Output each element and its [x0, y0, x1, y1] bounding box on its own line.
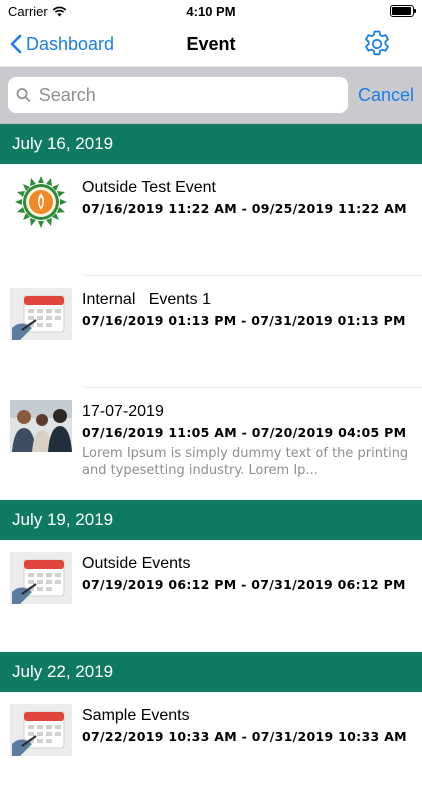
event-text: 17-07-2019 07/16/2019 11:05 AM - 07/20/2… [82, 400, 422, 500]
event-row[interactable]: Internal Events 1 07/16/2019 01:13 PM - … [0, 276, 422, 388]
event-dates: 07/16/2019 11:22 AM - 09/25/2019 11:22 A… [82, 201, 407, 216]
search-icon [16, 88, 31, 102]
section-date: July 19, 2019 [12, 510, 114, 529]
event-dates: 07/16/2019 11:05 AM - 07/20/2019 04:05 P… [82, 425, 407, 440]
event-text: Sample Events 07/22/2019 10:33 AM - 07/3… [82, 704, 422, 804]
chevron-left-icon [10, 34, 22, 54]
event-title: Internal Events 1 [82, 291, 211, 308]
calendar-icon [10, 552, 72, 604]
search-input[interactable] [36, 83, 340, 107]
carrier-info: Carrier [8, 4, 67, 19]
event-text: Outside Test Event 07/16/2019 11:22 AM -… [82, 176, 422, 276]
back-label: Dashboard [26, 33, 115, 54]
search-bar: Cancel [0, 67, 422, 124]
event-title: 17-07-2019 [82, 403, 164, 420]
carrier-label: Carrier [8, 3, 48, 19]
gear-icon[interactable] [362, 29, 392, 59]
wifi-icon [52, 6, 67, 16]
calendar-icon [10, 288, 72, 340]
event-description: Lorem Ipsum is simply dummy text of the … [82, 446, 409, 478]
cancel-button[interactable]: Cancel [358, 85, 414, 106]
calendar-icon [10, 704, 72, 756]
event-row[interactable]: Sample Events 07/22/2019 10:33 AM - 07/3… [0, 692, 422, 804]
back-button[interactable]: Dashboard [10, 22, 114, 66]
section-date: July 16, 2019 [12, 134, 114, 153]
event-dates: 07/22/2019 10:33 AM - 07/31/2019 10:33 A… [82, 729, 407, 744]
page-title: Event [186, 33, 236, 54]
section-header: July 22, 2019 [0, 652, 422, 692]
section-date: July 22, 2019 [12, 662, 114, 681]
event-row[interactable]: 17-07-2019 07/16/2019 11:05 AM - 07/20/2… [0, 388, 422, 500]
logo-icon [15, 176, 67, 228]
section-header: July 19, 2019 [0, 500, 422, 540]
navigation-bar: Dashboard Event [0, 22, 422, 67]
battery-icon [390, 5, 416, 17]
status-bar: Carrier 4:10 PM [0, 0, 422, 22]
event-title: Outside Events [82, 555, 191, 572]
section-header: July 16, 2019 [0, 124, 422, 164]
status-time: 4:10 PM [186, 3, 236, 19]
event-dates: 07/19/2019 06:12 PM - 07/31/2019 06:12 P… [82, 577, 406, 592]
event-dates: 07/16/2019 01:13 PM - 07/31/2019 01:13 P… [82, 313, 406, 328]
event-text: Outside Events 07/19/2019 06:12 PM - 07/… [82, 552, 422, 652]
event-title: Outside Test Event [82, 179, 216, 196]
event-title: Sample Events [82, 707, 190, 724]
event-row[interactable]: Outside Events 07/19/2019 06:12 PM - 07/… [0, 540, 422, 652]
event-text: Internal Events 1 07/16/2019 01:13 PM - … [82, 288, 422, 388]
search-field[interactable] [8, 77, 348, 113]
event-row[interactable]: Outside Test Event 07/16/2019 11:22 AM -… [0, 164, 422, 276]
people-photo [10, 400, 72, 452]
